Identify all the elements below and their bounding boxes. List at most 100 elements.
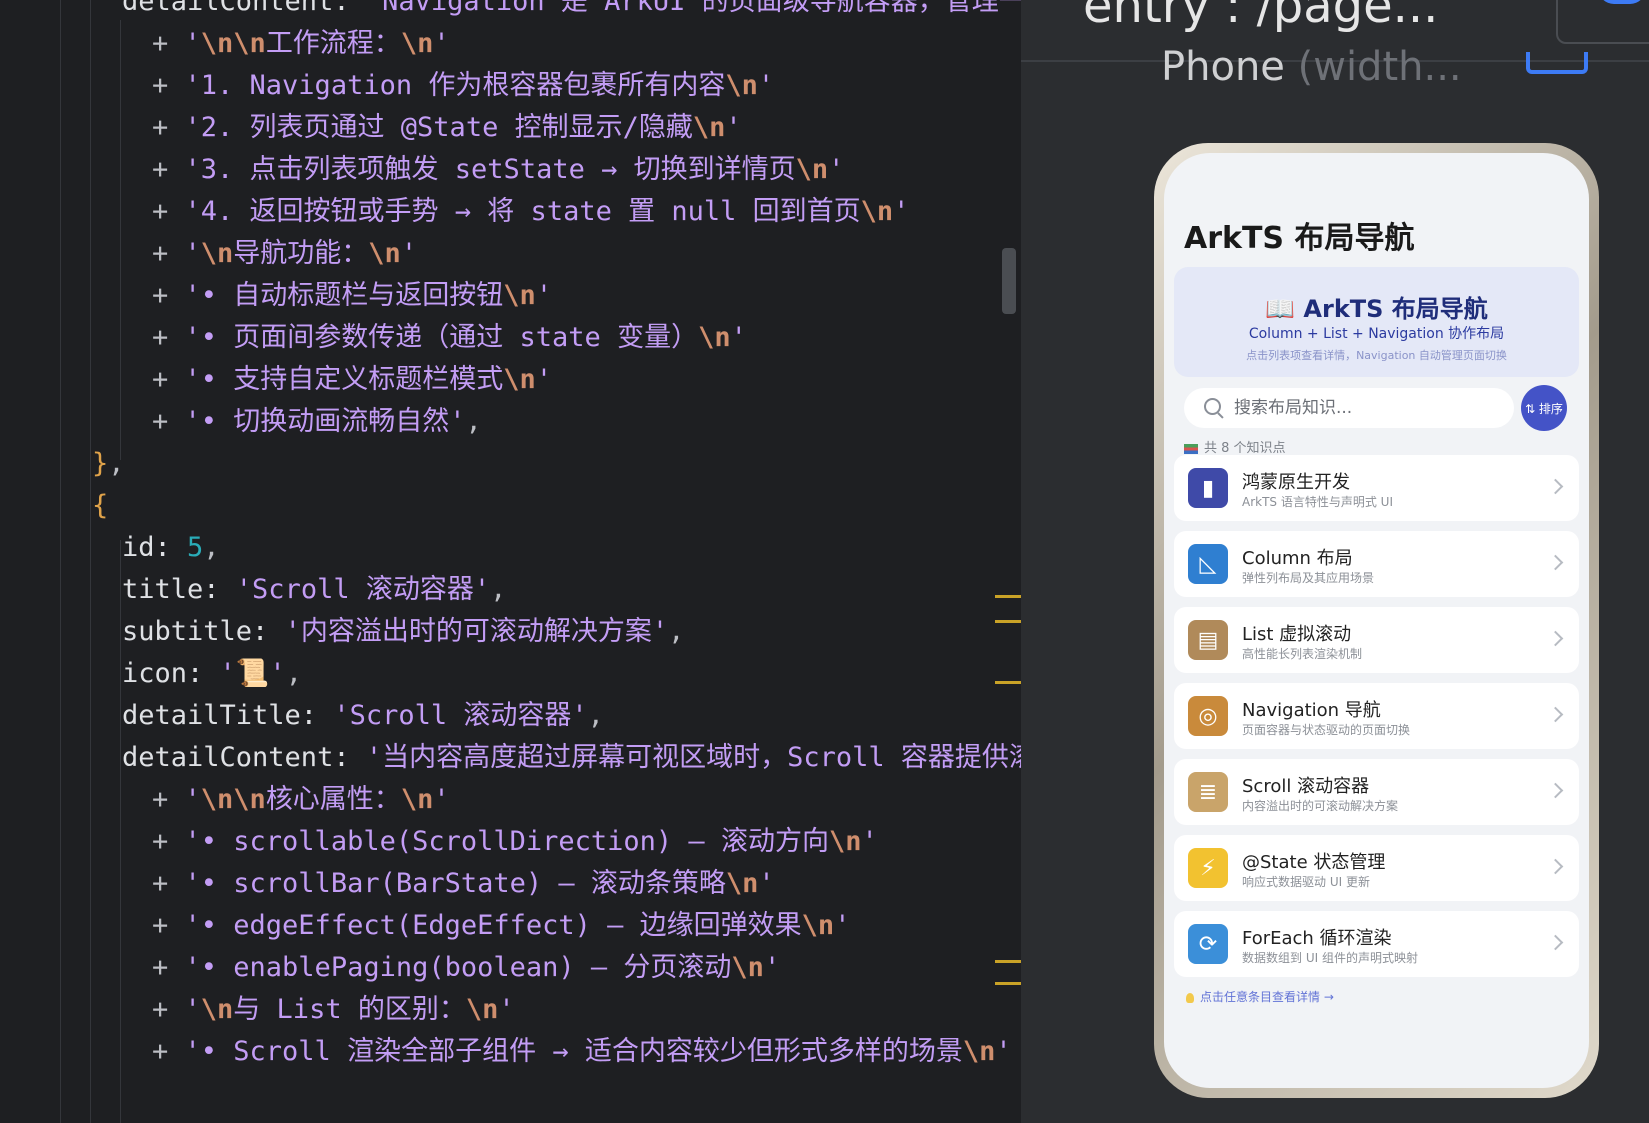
change-marker[interactable] [995, 960, 1021, 963]
code-line[interactable]: detailContent: '当内容高度超过屏幕可视区域时，Scroll 容器… [122, 736, 1021, 780]
code-line[interactable]: detailTitle: 'Scroll 滚动容器', [122, 694, 604, 738]
code-token: { [92, 490, 109, 521]
search-bar[interactable] [1184, 388, 1514, 428]
code-line[interactable]: title: 'Scroll 滚动容器', [122, 568, 506, 612]
code-token: ' [861, 826, 878, 857]
code-line[interactable]: + '\n与 List 的区别：\n' [152, 988, 515, 1032]
list-item-title: Column 布局 [1242, 548, 1353, 569]
code-token: + [152, 280, 185, 311]
chevron-right-icon [1547, 858, 1564, 875]
code-line[interactable]: { [92, 484, 108, 528]
triangle-ruler-icon: ◺ [1188, 544, 1228, 584]
change-marker[interactable] [995, 982, 1021, 985]
code-token: + [152, 364, 185, 395]
compass-icon: ◎ [1188, 696, 1228, 736]
list-item[interactable]: ⚡ @State 状态管理 响应式数据驱动 UI 更新 [1174, 835, 1579, 901]
code-token: + [152, 826, 185, 857]
previewer-page-title[interactable]: entry : /page... [1083, 0, 1438, 34]
code-line[interactable]: + '\n导航功能：\n' [152, 232, 417, 276]
scroll-icon: ≣ [1188, 772, 1228, 812]
code-line[interactable]: icon: '📜', [122, 652, 302, 696]
code-line[interactable]: + '• edgeEffect(EdgeEffect) — 边缘回弹效果\n' [152, 904, 850, 948]
code-line[interactable]: }, [92, 442, 125, 486]
indent-guide [120, 540, 121, 1123]
chevron-right-icon [1547, 706, 1564, 723]
change-marker[interactable] [995, 681, 1021, 684]
code-token: , [587, 700, 604, 731]
code-line[interactable]: + '3. 点击列表项触发 setState → 切换到详情页\n' [152, 148, 844, 192]
code-token: ' [757, 70, 775, 101]
footer-hint: 点击任意条目查看详情 → [1186, 988, 1334, 1005]
change-marker[interactable] [995, 620, 1021, 623]
code-line[interactable]: subtitle: '内容溢出时的可滚动解决方案', [122, 610, 684, 654]
code-line[interactable]: + '• Scroll 渲染全部子组件 → 适合内容较少但形式多样的场景\n' [152, 1030, 1012, 1074]
chevron-right-icon [1547, 554, 1564, 571]
code-token: , [285, 658, 302, 689]
code-token: subtitle: [122, 616, 285, 647]
code-line[interactable]: + '• 切换动画流畅自然', [152, 400, 482, 444]
code-token: \n [692, 112, 726, 143]
code-token: \n [962, 1036, 996, 1067]
code-token: '• Scroll 渲染全部子组件 → 适合内容较少但形式多样的场景 [184, 1036, 963, 1067]
code-line[interactable]: + '• enablePaging(boolean) — 分页滚动\n' [152, 946, 780, 990]
list-item[interactable]: ◎ Navigation 导航 页面容器与状态驱动的页面切换 [1174, 683, 1579, 749]
code-line[interactable]: + '• scrollBar(BarState) — 滚动条策略\n' [152, 862, 775, 906]
chevron-right-icon [1547, 630, 1564, 647]
code-token: ' [184, 784, 201, 815]
inspect-button[interactable] [1556, 0, 1649, 44]
code-token: detailContent: [122, 0, 366, 17]
list-item[interactable]: ≣ Scroll 滚动容器 内容溢出时的可滚动解决方案 [1174, 759, 1579, 825]
code-token: + [152, 322, 185, 353]
list-item[interactable]: ▮ 鸿蒙原生开发 ArkTS 语言特性与声明式 UI [1174, 455, 1579, 521]
code-line[interactable]: + '• scrollable(ScrollDirection) — 滚动方向\… [152, 820, 878, 864]
code-token: + [152, 784, 185, 815]
list-item-subtitle: 响应式数据驱动 UI 更新 [1242, 875, 1370, 889]
code-line[interactable]: id: 5, [122, 526, 220, 570]
list-item[interactable]: ⟳ ForEach 循环渲染 数据数组到 UI 组件的声明式映射 [1174, 911, 1579, 977]
list-item-title: Scroll 滚动容器 [1242, 776, 1370, 797]
code-line[interactable]: detailContent: 'Navigation 是 ArkUI 的页面级导… [122, 0, 1021, 24]
code-token: , [203, 532, 220, 563]
hero-hint: 点击列表项查看详情，Navigation 自动管理页面切换 [1246, 349, 1507, 362]
code-token: ' [995, 1036, 1012, 1067]
rotate-device-icon[interactable] [1526, 52, 1588, 74]
code-line[interactable]: + '• 自动标题栏与返回按钮\n' [152, 274, 552, 318]
code-token: + [152, 70, 185, 101]
code-line[interactable]: + '\n\n工作流程：\n' [152, 22, 450, 66]
code-line[interactable]: + '• 支持自定义标题栏模式\n' [152, 358, 552, 402]
chevron-right-icon [1547, 934, 1564, 951]
change-marker[interactable] [995, 595, 1021, 598]
code-line[interactable]: + '2. 列表页通过 @State 控制显示/隐藏\n' [152, 106, 742, 150]
list-item-subtitle: 数据数组到 UI 组件的声明式映射 [1242, 951, 1418, 965]
list-item[interactable]: ▤ List 虚拟滚动 高性能长列表渲染机制 [1174, 607, 1579, 673]
list-item-subtitle: 页面容器与状态驱动的页面切换 [1242, 723, 1411, 737]
code-token: ' [433, 28, 450, 59]
editor-scrollbar-thumb[interactable] [1002, 248, 1016, 314]
search-input[interactable] [1234, 388, 1504, 428]
code-token: id: [122, 532, 188, 563]
phone-screen: ArkTS 布局导航 📖 ArkTS 布局导航 Column + List + … [1164, 153, 1589, 1088]
code-line[interactable]: + '• 页面间参数传递（通过 state 变量）\n' [152, 316, 747, 360]
code-editor[interactable]: detailContent: 'Navigation 是 ArkUI 的页面级导… [0, 0, 1021, 1123]
hero-banner: 📖 ArkTS 布局导航 Column + List + Navigation … [1174, 267, 1579, 377]
sort-button[interactable]: ⇅ 排序 [1521, 385, 1567, 431]
code-token: ' [758, 868, 775, 899]
code-line[interactable]: + '1. Navigation 作为根容器包裹所有内容\n' [152, 64, 774, 108]
code-token: \n [725, 868, 759, 899]
code-line[interactable]: + '4. 返回按钮或手势 → 将 state 置 null 回到首页\n' [152, 190, 909, 234]
code-line[interactable]: + '\n\n核心属性：\n' [152, 778, 450, 822]
code-token: '内容溢出时的可滚动解决方案' [284, 616, 669, 647]
code-token: ' [893, 196, 910, 227]
device-selector[interactable]: Phone (width... [1161, 44, 1462, 90]
phone-icon: ▮ [1188, 468, 1228, 508]
list-item-title: List 虚拟滚动 [1242, 624, 1352, 645]
list-item[interactable]: ◺ Column 布局 弹性列布局及其应用场景 [1174, 531, 1579, 597]
code-token: + [152, 154, 185, 185]
list-item-subtitle: ArkTS 语言特性与声明式 UI [1242, 495, 1393, 509]
app-title: ArkTS 布局导航 [1184, 221, 1415, 256]
code-token: } [92, 448, 109, 479]
list-item-title: @State 状态管理 [1242, 852, 1386, 873]
code-token: ' [433, 784, 450, 815]
code-token: \n [368, 238, 401, 269]
code-token: '• 支持自定义标题栏模式 [184, 364, 504, 395]
